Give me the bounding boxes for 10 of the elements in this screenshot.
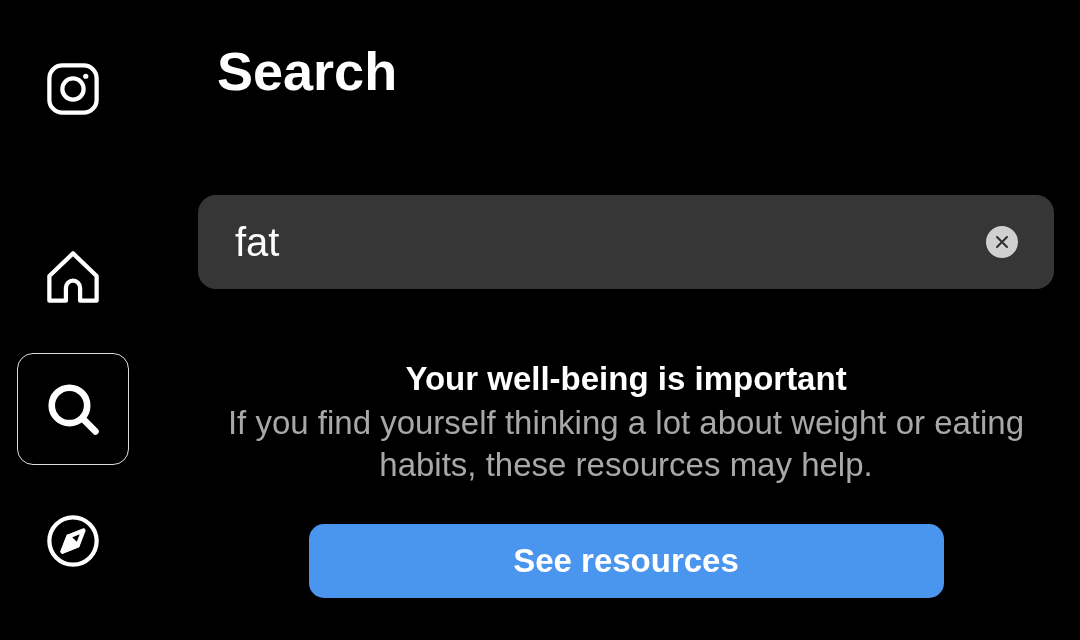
page-title: Search xyxy=(217,40,398,103)
compass-icon xyxy=(47,515,99,567)
nav-tab[interactable] xyxy=(17,353,129,465)
clear-icon[interactable] xyxy=(986,226,1018,258)
search-icon xyxy=(47,383,99,435)
camera-logo-icon[interactable] xyxy=(47,63,99,115)
notice-text: If you find yourself thinking a lot about weight or eating habits, these resources may help. xyxy=(226,403,1026,485)
search-field[interactable]: fat xyxy=(198,195,1054,289)
home-icon xyxy=(47,251,99,303)
notice-heading: Your well-being is important xyxy=(405,359,847,399)
